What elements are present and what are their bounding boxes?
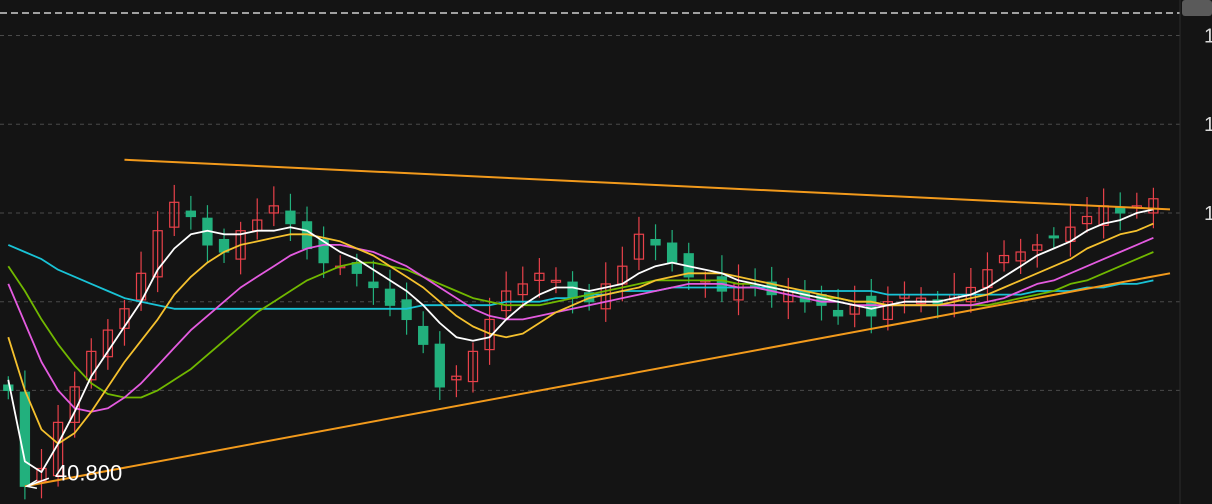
candle-down [799, 290, 811, 303]
candle-down [567, 281, 578, 299]
candle-down [384, 288, 396, 306]
candle-down [650, 238, 661, 246]
chart-background [0, 0, 1212, 504]
candle-down [19, 391, 31, 487]
candle-down [351, 262, 362, 274]
candle-down [3, 384, 14, 392]
y-tick-label: 1 [1204, 25, 1212, 47]
y-tick-label: 1 [1204, 203, 1212, 225]
candle-down [866, 295, 877, 317]
scroll-handle[interactable] [1182, 0, 1212, 16]
candlestick-chart: 40.800 1 1 1 [0, 0, 1212, 504]
y-tick-label: 1 [1204, 114, 1212, 136]
candle-down [418, 325, 429, 345]
candle-down [666, 242, 678, 264]
candle-down [185, 210, 197, 218]
candle-down [1048, 235, 1059, 239]
candle-down [285, 210, 296, 225]
candle-down [1115, 207, 1126, 214]
candle-down [368, 281, 379, 289]
candle-down [434, 343, 445, 388]
candle-down [832, 309, 844, 317]
low-price-label: 40.800 [55, 460, 122, 485]
